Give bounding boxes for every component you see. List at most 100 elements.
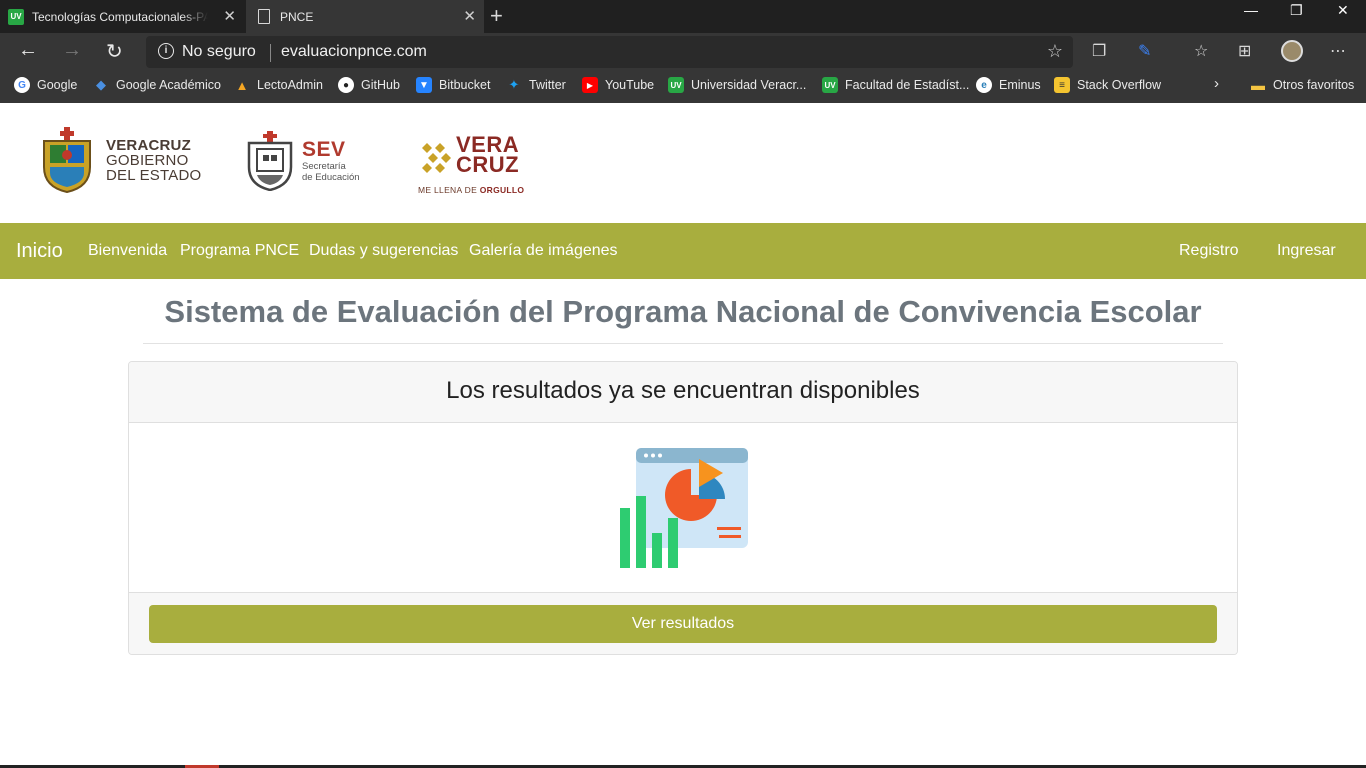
logo-text: Secretaría xyxy=(302,161,346,172)
profile-avatar[interactable] xyxy=(1281,40,1303,62)
logo-text: DEL ESTADO xyxy=(106,166,202,184)
page-header: VERACRUZ GOBIERNO DEL ESTADO SEV Secreta… xyxy=(0,103,1366,223)
back-icon[interactable]: ← xyxy=(18,39,38,62)
new-tab-icon[interactable]: + xyxy=(490,3,503,29)
bookmark-twitter[interactable]: ✦ Twitter xyxy=(506,77,566,93)
bookmark-bitbucket[interactable]: ▼ Bitbucket xyxy=(416,77,490,93)
bookmark-youtube[interactable]: ▶ YouTube xyxy=(582,77,654,93)
bookmark-label: Stack Overflow xyxy=(1077,78,1162,92)
forward-icon[interactable]: → xyxy=(62,39,82,62)
bookmark-scholar[interactable]: ◆ Google Académico xyxy=(93,77,221,93)
bookmark-github[interactable]: ● GitHub xyxy=(338,77,400,93)
bookmark-label: Universidad Veracr... xyxy=(691,78,807,92)
nav-link-programa-pnce[interactable]: Programa PNCE xyxy=(180,242,299,260)
url-bar[interactable]: i No seguro evaluacionpnce.com ☆ xyxy=(146,36,1073,68)
twitter-icon: ✦ xyxy=(508,77,520,92)
card-footer: Ver resultados xyxy=(129,592,1237,654)
bookmark-uv[interactable]: UV Universidad Veracr... xyxy=(668,77,806,93)
bookmark-stackoverflow[interactable]: ≡ Stack Overflow xyxy=(1054,77,1161,93)
logo-slogan: ME LLENA DE ORGULLO xyxy=(418,185,524,195)
google-icon: G xyxy=(14,77,30,93)
browser-tab-active[interactable]: PNCE ✕ xyxy=(246,0,484,33)
extension-icon[interactable]: ✎ xyxy=(1138,41,1151,61)
stackoverflow-icon: ≡ xyxy=(1054,77,1070,93)
bookmark-label: LectoAdmin xyxy=(257,78,324,92)
security-label[interactable]: No seguro xyxy=(182,43,256,61)
youtube-icon: ▶ xyxy=(582,77,598,93)
analytics-chart-icon xyxy=(620,448,748,568)
bookmark-label: Eminus xyxy=(999,78,1041,92)
logo-text: GOBIERNO xyxy=(106,151,189,169)
more-icon[interactable]: ⋯ xyxy=(1330,41,1346,61)
veracruz-logo: VERACRUZ GOBIERNO DEL ESTADO xyxy=(40,127,201,193)
sev-logo: SEV Secretaría de Educación xyxy=(246,131,360,191)
tab-title: Tecnologías Computacionales-PA xyxy=(32,9,208,24)
nav-link-ingresar[interactable]: Ingresar xyxy=(1277,242,1336,260)
favorites-icon[interactable]: ☆ xyxy=(1194,41,1208,61)
bookmark-facultad[interactable]: UV Facultad de Estadíst... xyxy=(822,77,969,93)
url-text[interactable]: evaluacionpnce.com xyxy=(281,43,427,61)
favorite-star-icon[interactable]: ☆ xyxy=(1047,41,1063,62)
uv-icon: UV xyxy=(822,77,838,93)
reload-icon[interactable]: ↻ xyxy=(106,39,123,64)
browser-tab-bar: UV Tecnologías Computacionales-PA ✕ PNCE… xyxy=(0,0,1366,33)
logo-text: de Educación xyxy=(302,172,360,183)
slogan-text: ME LLENA DE xyxy=(418,185,480,195)
close-window-icon[interactable]: ✕ xyxy=(1337,2,1349,19)
main-navbar: Inicio Bienvenida Programa PNCE Dudas y … xyxy=(0,223,1366,279)
page-title: Sistema de Evaluación del Programa Nacio… xyxy=(164,294,1202,329)
address-bar: ← → ↻ i No seguro evaluacionpnce.com ☆ ❐… xyxy=(0,33,1366,70)
pattern-icon xyxy=(422,143,451,173)
nav-link-registro[interactable]: Registro xyxy=(1179,242,1239,260)
folder-icon: ▬ xyxy=(1251,77,1265,93)
collections-icon[interactable]: ❐ xyxy=(1092,41,1106,61)
bookmark-label: Google xyxy=(37,78,78,92)
github-icon: ● xyxy=(338,77,354,93)
logo-text: VERACRUZ xyxy=(106,136,191,154)
bookmark-label: Bitbucket xyxy=(439,78,491,92)
card-title: Los resultados ya se encuentran disponib… xyxy=(446,377,920,404)
view-results-button[interactable]: Ver resultados xyxy=(149,605,1217,643)
close-icon[interactable]: ✕ xyxy=(223,7,236,25)
divider xyxy=(270,44,271,62)
logo-text: SEV xyxy=(302,138,346,161)
bookmark-label: Facultad de Estadíst... xyxy=(845,78,970,92)
bookmark-label: Otros favoritos xyxy=(1273,78,1355,92)
uv-icon: UV xyxy=(8,8,24,25)
bookmark-label: Google Académico xyxy=(116,78,221,92)
card-header: Los resultados ya se encuentran disponib… xyxy=(129,362,1237,423)
bookmark-label: YouTube xyxy=(605,78,655,92)
page-icon xyxy=(258,9,270,24)
restore-icon[interactable]: ❐ xyxy=(1290,2,1303,19)
nav-link-dudas[interactable]: Dudas y sugerencias xyxy=(309,242,458,260)
tab-title: PNCE xyxy=(280,9,314,24)
bookmark-other-favorites[interactable]: ▬ Otros favoritos xyxy=(1250,77,1354,93)
nav-link-bienvenida[interactable]: Bienvenida xyxy=(88,242,167,260)
sev-shield-icon xyxy=(247,131,293,191)
firebase-icon: ▲ xyxy=(235,77,249,93)
info-icon[interactable]: i xyxy=(158,43,174,59)
minimize-icon[interactable]: — xyxy=(1244,2,1258,18)
logo-text: CRUZ xyxy=(456,152,520,177)
bookmark-label: GitHub xyxy=(361,78,400,92)
scholar-icon: ◆ xyxy=(96,77,106,92)
slogan-bold-text: ORGULLO xyxy=(479,185,525,195)
bitbucket-icon: ▼ xyxy=(416,77,432,93)
bookmark-eminus[interactable]: e Eminus xyxy=(976,77,1041,93)
bookmark-google[interactable]: G Google xyxy=(14,77,77,93)
nav-brand-inicio[interactable]: Inicio xyxy=(16,240,63,263)
eminus-icon: e xyxy=(976,77,992,93)
veracruz-shield-icon xyxy=(43,127,91,193)
chevron-right-icon[interactable]: › xyxy=(1214,75,1219,92)
bookmarks-bar: G Google ◆ Google Académico ▲ LectoAdmin… xyxy=(0,70,1366,103)
nav-link-galeria[interactable]: Galería de imágenes xyxy=(469,242,618,260)
results-card: Los resultados ya se encuentran disponib… xyxy=(128,361,1238,655)
bookmark-lectoadmin[interactable]: ▲ LectoAdmin xyxy=(234,77,323,93)
bookmark-label: Twitter xyxy=(529,78,566,92)
collections-add-icon[interactable]: ⊞ xyxy=(1238,41,1251,61)
divider xyxy=(143,343,1223,344)
card-body xyxy=(129,423,1237,592)
uv-icon: UV xyxy=(668,77,684,93)
browser-tab[interactable]: UV Tecnologías Computacionales-PA ✕ xyxy=(8,0,244,33)
close-icon[interactable]: ✕ xyxy=(463,7,476,25)
